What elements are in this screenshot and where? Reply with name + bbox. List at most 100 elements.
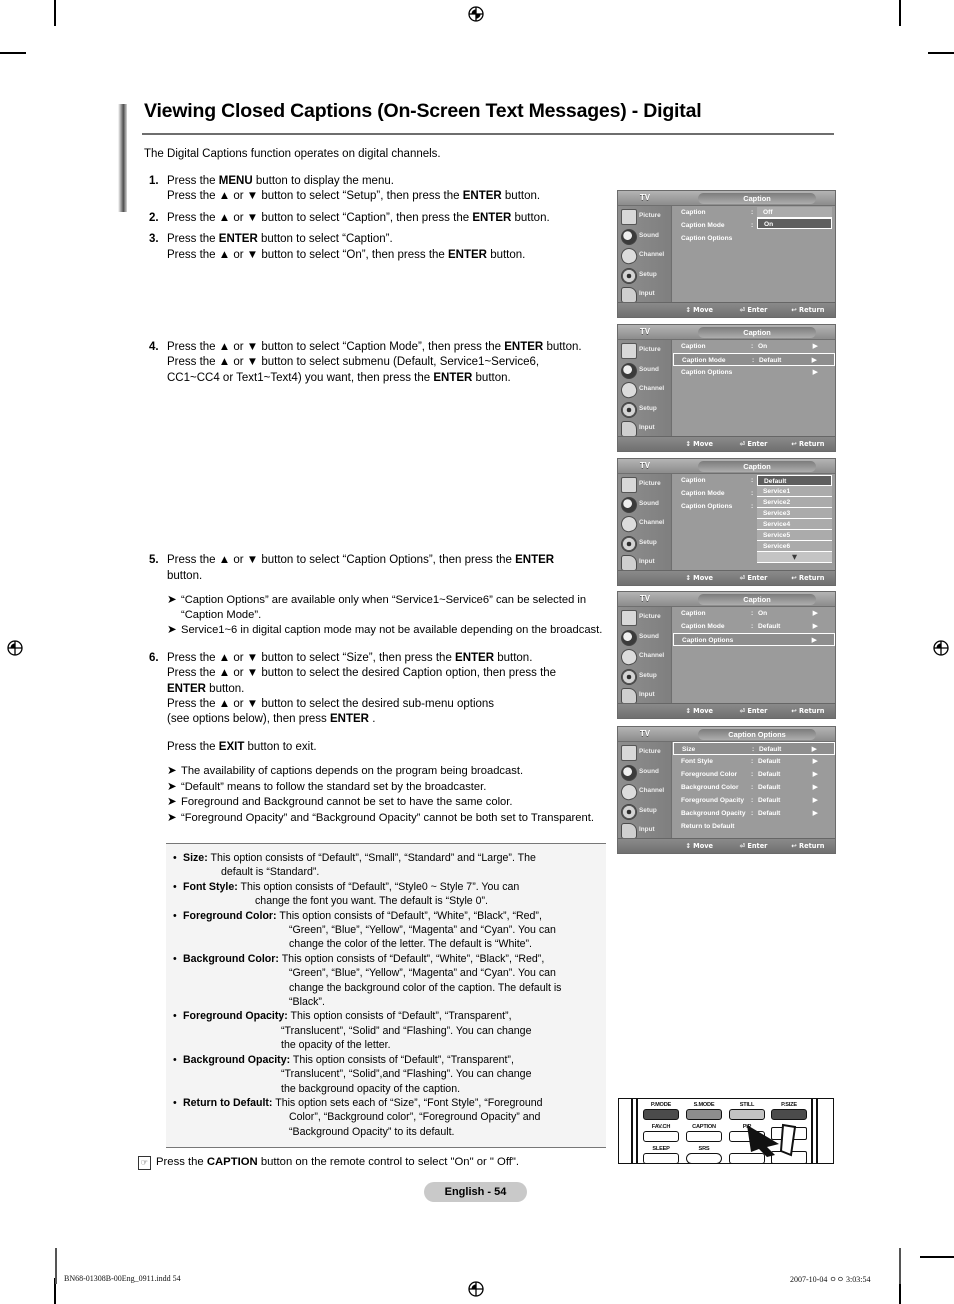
osd-source-label: TV [639, 327, 651, 336]
sidebar-item-label: Input [639, 558, 655, 566]
osd-footer-enter: ⏎ Enter [739, 574, 768, 582]
osd-footer: ↕ Move ⏎ Enter ↩ Return [618, 838, 835, 853]
gear-icon [621, 401, 637, 418]
sidebar-item-setup[interactable]: Setup [618, 399, 671, 419]
osd-row[interactable]: Caption Mode: Default ▶ [673, 620, 835, 633]
sidebar-item-label: Channel [639, 652, 665, 660]
printer-footer-timestamp: 2007-10-04 ㅇㅇ 3:03:54 [790, 1275, 871, 1284]
osd-row[interactable]: Return to Default [673, 820, 835, 833]
remote-button-favch[interactable] [643, 1131, 679, 1142]
sidebar-item-sound[interactable]: Sound [618, 627, 671, 647]
osd-sidebar: Picture Sound Channel Setup Input [618, 742, 672, 840]
sidebar-item-setup[interactable]: Setup [618, 666, 671, 686]
osd-content: Caption: On ▶ Caption Mode: Default ▶ Captio… [673, 607, 835, 704]
chevron-right-icon: ▶ [812, 609, 818, 617]
remote-label-sleep: SLEEP [652, 1146, 670, 1152]
caption-options-reference-box: • Size: This option consists of “Default… [166, 843, 606, 1149]
sidebar-item-channel[interactable]: Channel [618, 379, 671, 401]
sidebar-item-picture[interactable]: Picture [618, 607, 671, 627]
step-exit-line: Press the EXIT button to exit. [167, 740, 317, 753]
osd-footer: ↕ Move ⏎ Enter ↩ Return [618, 302, 835, 317]
osd-sidebar: Picture Sound Channel Setup Input [618, 206, 672, 304]
page-header: Viewing Closed Captions (On-Screen Text … [118, 100, 838, 212]
osd-content: Caption: Caption Mode: Caption Options: … [673, 474, 835, 571]
remote-button-smode[interactable] [686, 1109, 722, 1120]
channel-icon [618, 782, 640, 803]
osd-title-bar: TV Caption [618, 191, 835, 206]
remote-button-still[interactable] [729, 1109, 765, 1120]
osd-row-colon: : [751, 784, 754, 791]
option-entry: • Background Color: This option consists… [172, 952, 600, 1010]
osd-row[interactable]: Caption: On ▶ [673, 340, 835, 353]
sidebar-item-label: Channel [639, 251, 665, 259]
note-item: ➤ “Default” means to follow the standard… [167, 779, 624, 795]
osd-row[interactable]: Font Style: Default ▶ [673, 755, 835, 768]
sidebar-item-picture[interactable]: Picture [618, 742, 671, 762]
osd-row[interactable]: Foreground Color: Default ▶ [673, 768, 835, 781]
osd-option-service2[interactable]: Service2 [757, 497, 832, 508]
sound-icon [621, 629, 637, 646]
osd-row-selected[interactable]: Caption Options ▶ [673, 633, 835, 646]
sidebar-item-label: Input [639, 826, 655, 834]
note-item: ➤ The availability of captions depends o… [167, 763, 624, 779]
remote-button-psize[interactable] [771, 1109, 807, 1120]
osd-option-default[interactable]: Default [757, 475, 832, 486]
osd-row[interactable]: Caption Options ▶ [673, 366, 835, 379]
sidebar-item-channel[interactable]: Channel [618, 646, 671, 668]
osd-row[interactable]: Background Opacity: Default ▶ [673, 807, 835, 820]
osd-option-service3[interactable]: Service3 [757, 508, 832, 519]
osd-sidebar: Picture Sound Channel Setup Input [618, 340, 672, 438]
sidebar-item-picture[interactable]: Picture [618, 340, 671, 360]
osd-value-option-on[interactable]: On [757, 218, 832, 229]
osd-row-selected[interactable]: Caption Mode: Default ▶ [673, 353, 835, 366]
sidebar-item-picture[interactable]: Picture [618, 474, 671, 494]
scroll-down-icon[interactable]: ▼ [757, 552, 832, 563]
sidebar-item-label: Input [639, 290, 655, 298]
osd-row-label: Background Opacity [681, 810, 746, 817]
osd-option-service4[interactable]: Service4 [757, 519, 832, 530]
osd-row[interactable]: Caption: On ▶ [673, 607, 835, 620]
osd-footer-enter: ⏎ Enter [739, 440, 768, 448]
sidebar-item-picture[interactable]: Picture [618, 206, 671, 226]
osd-row-label: Caption Mode [681, 490, 725, 497]
sidebar-item-label: Channel [639, 787, 665, 795]
osd-footer-enter: ⏎ Enter [739, 707, 768, 715]
remote-button-sleep[interactable] [643, 1153, 679, 1163]
sidebar-item-sound[interactable]: Sound [618, 360, 671, 380]
step-body: Press the ▲ or ▼ button to select “Size”… [167, 651, 624, 827]
sidebar-item-setup[interactable]: Setup [618, 265, 671, 285]
osd-option-service6[interactable]: Service6 [757, 541, 832, 552]
sidebar-item-sound[interactable]: Sound [618, 762, 671, 782]
sidebar-item-channel[interactable]: Channel [618, 513, 671, 535]
osd-row-colon: : [751, 771, 754, 778]
sidebar-item-label: Picture [639, 212, 661, 219]
osd-row[interactable]: Caption Options [673, 232, 835, 245]
crop-mark-top-left-horizontal [0, 52, 26, 54]
note-arrow-icon: ➤ [167, 810, 177, 825]
sidebar-item-channel[interactable]: Channel [618, 781, 671, 803]
title-accent-bar [118, 104, 127, 212]
sidebar-item-channel[interactable]: Channel [618, 245, 671, 267]
sidebar-item-sound[interactable]: Sound [618, 494, 671, 514]
osd-content: Caption: Caption Mode: Caption Options O… [673, 206, 835, 303]
step-line: button. [167, 569, 203, 582]
remote-button-srs[interactable] [686, 1153, 722, 1163]
remote-button-pmode[interactable] [643, 1109, 679, 1120]
osd-option-service1[interactable]: Service1 [757, 486, 832, 497]
sidebar-item-label: Sound [639, 231, 659, 239]
remote-button-caption[interactable] [686, 1131, 722, 1142]
osd-source-label: TV [639, 594, 651, 603]
sidebar-item-sound[interactable]: Sound [618, 226, 671, 246]
step-item: 3. Press the ENTER button to select “Cap… [144, 232, 624, 263]
osd-row-label: Caption [681, 477, 706, 484]
osd-row[interactable]: Background Color: Default ▶ [673, 781, 835, 794]
option-desc-cont: default is “Standard”. [221, 866, 320, 879]
osd-value-option-off[interactable]: Off [757, 207, 832, 218]
sidebar-item-setup[interactable]: Setup [618, 801, 671, 821]
osd-option-service5[interactable]: Service5 [757, 530, 832, 541]
remote-control-illustration: P.MODE S.MODE STILL P.SIZE FAV.CH CAPTIO… [618, 1098, 834, 1164]
sound-icon [621, 764, 637, 781]
osd-row[interactable]: Foreground Opacity: Default ▶ [673, 794, 835, 807]
sidebar-item-setup[interactable]: Setup [618, 533, 671, 553]
osd-row-selected[interactable]: Size: Default ▶ [673, 742, 835, 755]
